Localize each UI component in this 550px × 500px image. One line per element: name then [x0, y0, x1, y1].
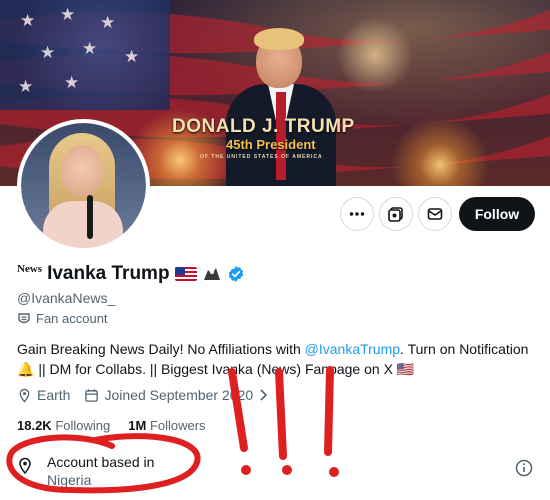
avatar[interactable]: [17, 119, 150, 252]
bio-mention-link[interactable]: @IvankaTrump: [305, 341, 400, 357]
account-based-label: Account based in: [47, 454, 155, 470]
bio-text-1: Gain Breaking News Daily! No Affiliation…: [17, 341, 305, 357]
location-pin-icon: [19, 457, 31, 475]
location-pin-icon: [19, 388, 30, 403]
us-flag-icon: [174, 267, 197, 281]
banner-subtitle: 45th President: [226, 137, 316, 152]
more-options-button[interactable]: [340, 197, 374, 231]
banner-person: [226, 28, 336, 186]
subscribe-button[interactable]: [379, 197, 413, 231]
firework-top: [330, 10, 420, 100]
flag-canton: ★ ★ ★ ★ ★ ★ ★ ★: [0, 0, 170, 110]
profile-name-row: News Ivanka Trump: [17, 263, 245, 285]
joined-item: Joined September 2020: [84, 387, 268, 403]
subscription-icon: [388, 207, 403, 222]
fan-badge-icon: [18, 312, 30, 323]
followers-count: 1M: [128, 418, 147, 433]
following-link[interactable]: 18.2K Following: [17, 418, 110, 433]
more-icon: [349, 212, 365, 216]
banner-title: DONALD J. TRUMP: [172, 116, 355, 137]
location-item: Earth: [17, 387, 70, 403]
chevron-right-icon[interactable]: [258, 388, 268, 402]
message-button[interactable]: [418, 197, 452, 231]
account-based-section: Account based in Nigeria: [17, 453, 154, 489]
info-icon[interactable]: [515, 459, 533, 477]
envelope-icon: [427, 208, 443, 220]
profile-meta: Earth Joined September 2020: [17, 387, 268, 403]
profile-handle: @IvankaNews_: [17, 290, 116, 306]
followers-label: Followers: [149, 418, 206, 433]
fan-account-text: Fan account: [36, 311, 108, 326]
fan-account-label: Fan account: [17, 311, 108, 326]
banner-tagline: OF THE UNITED STATES OF AMERICA: [200, 154, 323, 160]
followers-link[interactable]: 1M Followers: [128, 418, 205, 433]
display-name: Ivanka Trump: [47, 263, 170, 284]
profile-bio: Gain Breaking News Daily! No Affiliation…: [17, 339, 537, 379]
joined-text: Joined September 2020: [104, 387, 254, 403]
verified-badge-icon[interactable]: [227, 265, 245, 283]
calendar-icon: [85, 388, 99, 402]
follow-button[interactable]: Follow: [459, 197, 535, 231]
name-prefix: News: [17, 263, 43, 275]
exclamation-marks-annotation: [228, 366, 334, 460]
following-count: 18.2K: [17, 418, 52, 433]
following-label: Following: [55, 418, 111, 433]
eagle-icon: [203, 268, 220, 280]
account-based-country: Nigeria: [47, 472, 92, 488]
location-text: Earth: [37, 387, 71, 403]
follow-stats: 18.2K Following 1M Followers: [17, 418, 206, 433]
